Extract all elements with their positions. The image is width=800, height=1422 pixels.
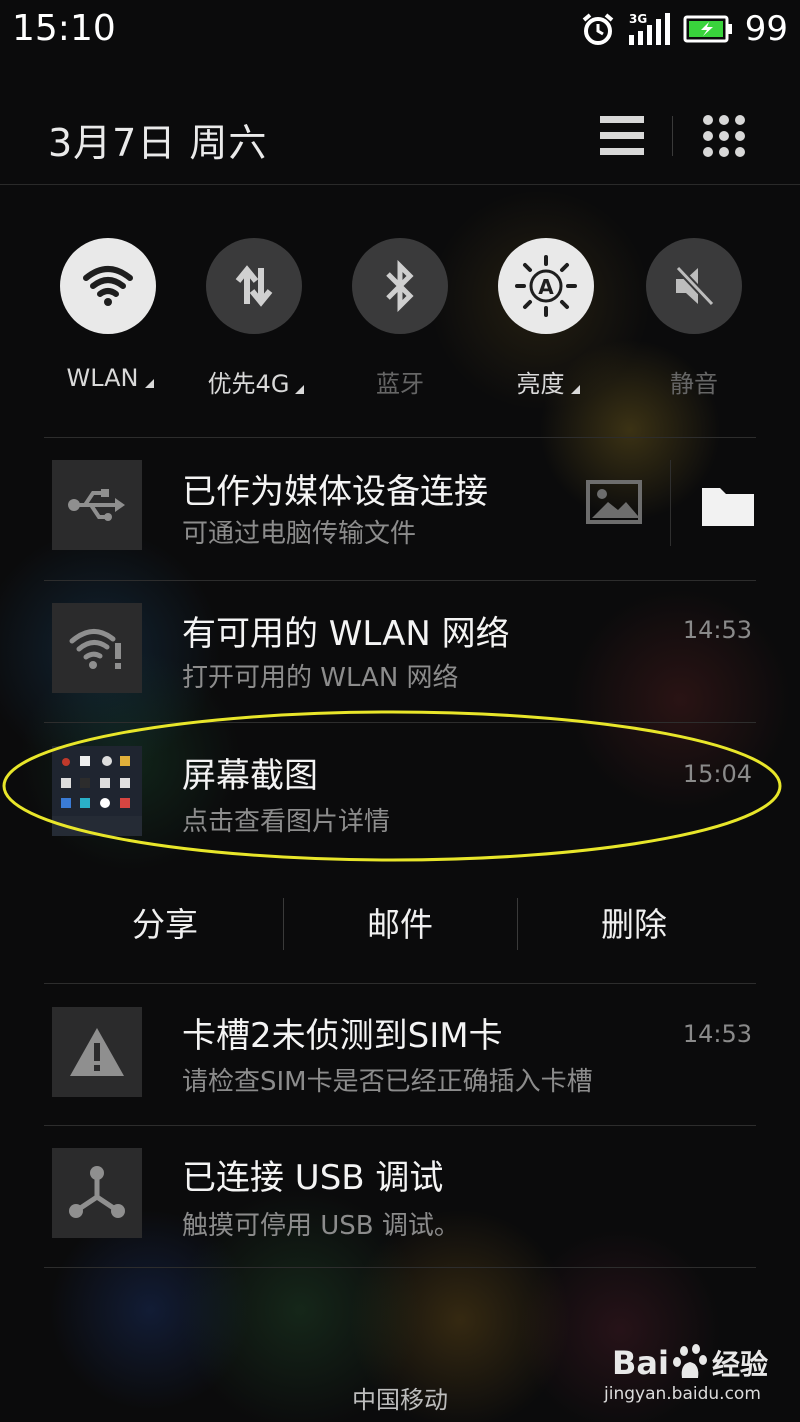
signal-icon: 3G [628, 12, 670, 45]
app-grid-button[interactable] [694, 108, 754, 164]
warning-icon [70, 1028, 124, 1076]
notification-divider [44, 1267, 756, 1268]
notification-time: 14:53 [682, 616, 752, 644]
wlan-toggle[interactable] [60, 238, 156, 334]
status-time: 15:10 [12, 8, 116, 49]
open-folder-button[interactable] [700, 482, 756, 532]
usb-notification-icon [52, 460, 142, 550]
usb-icon [68, 489, 125, 521]
highlight-ellipse [2, 710, 782, 862]
wifi-alert-icon [69, 629, 121, 669]
svg-text:3G: 3G [629, 12, 647, 26]
notification-title[interactable]: 卡槽2未侦测到SIM卡 [182, 1008, 503, 1057]
mute-label: 静音 [670, 370, 718, 398]
svg-text:A: A [538, 275, 554, 299]
brightness-auto-icon: A [515, 255, 577, 317]
brightness-label: 亮度 [478, 364, 618, 399]
notification-time: 14:53 [682, 1020, 752, 1048]
list-button[interactable] [592, 108, 652, 164]
data-4g-toggle[interactable] [206, 238, 302, 334]
bluetooth-toggle[interactable] [352, 238, 448, 334]
svg-text:经验: 经验 [712, 1348, 768, 1381]
notification-title[interactable]: 已连接 USB 调试 [182, 1150, 443, 1199]
wifi-notification-icon [52, 603, 142, 693]
data-transfer-icon [235, 265, 273, 307]
alarm-icon [582, 13, 614, 45]
share-button[interactable]: 分享 [48, 898, 282, 946]
brightness-toggle[interactable]: A [498, 238, 594, 334]
usb-debug-icon [69, 1166, 125, 1218]
sim-notification-icon [52, 1007, 142, 1097]
notification-subtitle: 触摸可停用 USB 调试。 [182, 1211, 460, 1241]
open-gallery-button[interactable] [586, 480, 642, 528]
usb-debug-notification-icon [52, 1148, 142, 1238]
folder-icon [702, 488, 754, 526]
wifi-icon [83, 266, 133, 306]
header-separator [672, 116, 673, 156]
date-label: 3月7日 周六 [48, 121, 268, 165]
email-button[interactable]: 邮件 [283, 898, 517, 946]
status-icons: 3G 99 [581, 8, 788, 50]
baidu-logo-icon: Bai 经验 [612, 1344, 768, 1382]
wlan-label: WLAN [40, 364, 180, 392]
notification-subtitle: 打开可用的 WLAN 网络 [182, 663, 459, 693]
action-separator [670, 460, 671, 546]
notification-subtitle: 请检查SIM卡是否已经正确插入卡槽 [182, 1067, 593, 1097]
list-icon [600, 116, 644, 155]
notification-divider [44, 580, 756, 581]
app-grid-icon [703, 115, 745, 157]
image-icon [586, 480, 642, 524]
mute-toggle[interactable] [646, 238, 742, 334]
battery-level: 99 [744, 9, 788, 49]
toggles-divider [44, 437, 756, 438]
header-divider [0, 184, 800, 185]
bluetooth-label: 蓝牙 [376, 370, 424, 398]
mute-icon [675, 265, 715, 307]
bluetooth-icon [386, 260, 414, 312]
notification-divider [44, 1125, 756, 1126]
notification-title[interactable]: 有可用的 WLAN 网络 [182, 606, 510, 655]
notification-divider [44, 983, 756, 984]
svg-text:Bai: Bai [612, 1344, 669, 1382]
data-4g-label: 优先4G [186, 364, 326, 399]
delete-button[interactable]: 删除 [517, 898, 751, 946]
notification-title[interactable]: 已作为媒体设备连接 [182, 464, 488, 513]
notification-subtitle: 可通过电脑传输文件 [182, 519, 417, 549]
watermark-url: jingyan.baidu.com [604, 1384, 761, 1404]
battery-icon [683, 15, 732, 43]
